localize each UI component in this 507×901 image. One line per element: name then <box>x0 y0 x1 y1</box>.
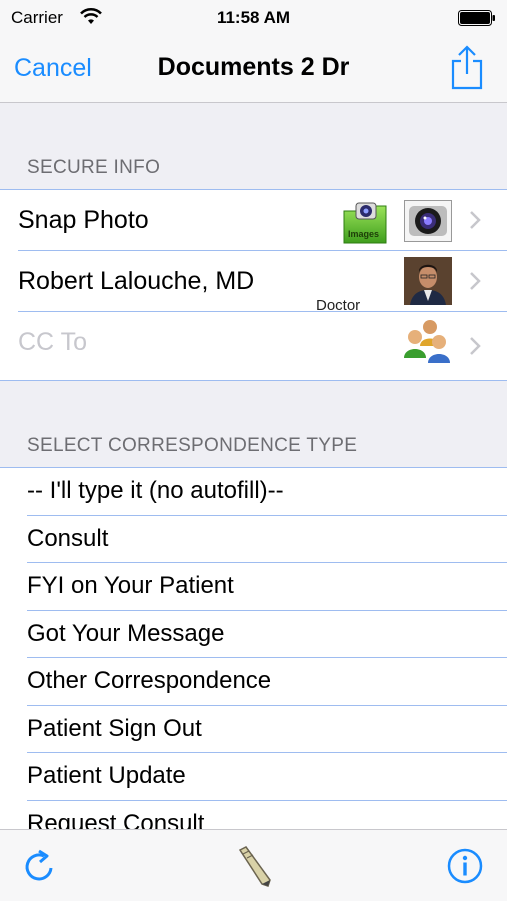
chevron-right-icon <box>470 272 481 290</box>
doctor-cell[interactable]: Robert Lalouche, MD Doctor <box>0 251 507 314</box>
cell-label: Robert Lalouche, MD <box>18 267 255 295</box>
secure-info-group: Snap Photo Images Robert Lalouche, MD Do… <box>0 190 507 381</box>
images-folder-icon[interactable]: Images <box>342 199 390 245</box>
snap-photo-cell[interactable]: Snap Photo Images <box>0 190 507 251</box>
bottom-toolbar <box>0 829 507 901</box>
refresh-icon[interactable] <box>22 848 58 884</box>
info-icon[interactable] <box>447 848 483 884</box>
chevron-right-icon <box>470 337 481 355</box>
list-item[interactable]: Request Consult <box>0 800 507 831</box>
page-title: Documents 2 Dr <box>157 53 350 81</box>
status-bar: Carrier 11:58 AM <box>0 0 507 36</box>
images-folder-text: Images <box>348 229 379 239</box>
chevron-right-icon <box>470 211 481 229</box>
list-item[interactable]: Got Your Message <box>0 610 507 658</box>
list-item[interactable]: Patient Update <box>0 753 507 801</box>
correspondence-list: -- I'll type it (no autofill)-- Consult … <box>0 468 507 830</box>
list-item-label: FYI on Your Patient <box>27 572 234 599</box>
battery-icon <box>458 10 495 26</box>
list-item-label: Patient Sign Out <box>27 714 202 742</box>
list-item[interactable]: FYI on Your Patient <box>0 563 507 611</box>
table-view[interactable]: SECURE INFO Snap Photo Images Robert Lal… <box>0 103 507 830</box>
section-title: SELECT CORRESPONDENCE TYPE <box>27 435 358 456</box>
camera-icon[interactable] <box>404 200 452 242</box>
cc-to-placeholder: CC To <box>18 328 88 356</box>
share-icon[interactable] <box>449 44 485 90</box>
clock: 11:58 AM <box>216 8 291 27</box>
list-item-label: Consult <box>27 524 109 552</box>
list-item-label: Patient Update <box>27 762 186 789</box>
list-item-label: Got Your Message <box>27 619 225 647</box>
list-item[interactable]: Patient Sign Out <box>0 705 507 753</box>
section-header-secure-info: SECURE INFO <box>0 103 507 189</box>
list-item[interactable]: Consult <box>0 515 507 563</box>
list-item-label: Other Correspondence <box>27 667 272 694</box>
section-header-correspondence: SELECT CORRESPONDENCE TYPE <box>0 381 507 467</box>
section-title: SECURE INFO <box>27 157 161 178</box>
list-item[interactable]: -- I'll type it (no autofill)-- <box>0 468 507 516</box>
list-item[interactable]: Other Correspondence <box>0 658 507 706</box>
cell-label: Snap Photo <box>18 206 149 234</box>
doctor-photo <box>404 257 452 305</box>
list-item-label: -- I'll type it (no autofill)-- <box>27 477 284 504</box>
contacts-group-icon[interactable] <box>402 318 452 364</box>
list-item-label: Request Consult <box>27 809 205 831</box>
navigation-bar: Cancel Documents 2 Dr <box>0 36 507 103</box>
cc-to-cell[interactable]: CC To <box>0 312 507 381</box>
pen-icon[interactable] <box>234 844 274 888</box>
